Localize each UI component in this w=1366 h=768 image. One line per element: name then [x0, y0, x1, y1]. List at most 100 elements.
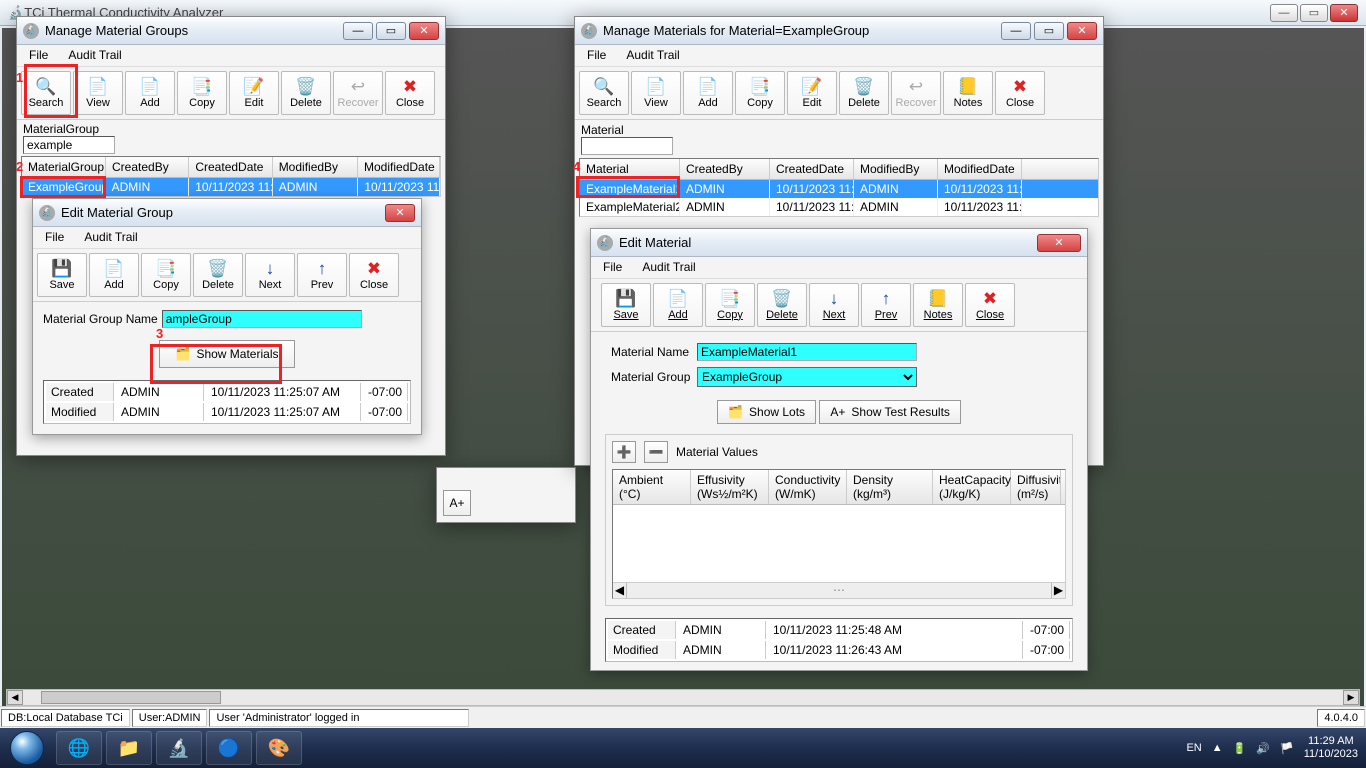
view-button[interactable]: 📄View [631, 71, 681, 115]
view-icon: 📄 [87, 78, 108, 95]
show-lots-button[interactable]: 🗂️Show Lots [717, 400, 816, 424]
app-close-button[interactable]: ✕ [1330, 4, 1358, 22]
window-edit-group: 🔬 Edit Material Group ✕ File Audit Trail… [32, 198, 422, 435]
filter-label: Material [581, 123, 624, 137]
taskbar-edge[interactable]: 🔵 [206, 731, 252, 765]
taskbar-paint[interactable]: 🎨 [256, 731, 302, 765]
notes-icon: 📒 [957, 78, 978, 95]
search-button[interactable]: 🔍Search [579, 71, 629, 115]
minimize-button[interactable]: — [1001, 22, 1031, 40]
copy-button[interactable]: 📑Copy [735, 71, 785, 115]
grid-row-selected[interactable]: ExampleMaterial1 ADMIN 10/11/2023 11:25 … [580, 180, 1098, 198]
delete-button[interactable]: 🗑️Delete [193, 253, 243, 297]
material-name-input[interactable] [697, 343, 917, 361]
taskbar-ie[interactable]: 🌐 [56, 731, 102, 765]
close-button-tb[interactable]: ✖Close [385, 71, 435, 115]
material-group-label: Material Group [611, 370, 693, 384]
filter-input[interactable] [23, 136, 115, 154]
copy-button[interactable]: 📑Copy [177, 71, 227, 115]
show-materials-button[interactable]: 🗂️ Show Materials [159, 340, 296, 368]
window-icon: 🔬 [39, 205, 55, 221]
maximize-button[interactable]: ▭ [376, 22, 406, 40]
a-plus-button[interactable]: A+ [443, 490, 471, 516]
add-button[interactable]: 📄Add [89, 253, 139, 297]
close-button-tb[interactable]: ✖Close [965, 283, 1015, 327]
app-maximize-button[interactable]: ▭ [1300, 4, 1328, 22]
save-button[interactable]: 💾Save [601, 283, 651, 327]
next-button[interactable]: ↓Next [809, 283, 859, 327]
filter-input[interactable] [581, 137, 673, 155]
taskbar-explorer[interactable]: 📁 [106, 731, 152, 765]
tray-up-icon[interactable]: ▲ [1212, 742, 1223, 754]
window-title: Manage Materials for Material=ExampleGro… [603, 23, 869, 38]
maximize-button[interactable]: ▭ [1034, 22, 1064, 40]
save-button[interactable]: 💾Save [37, 253, 87, 297]
menu-audit[interactable]: Audit Trail [634, 259, 703, 276]
taskbar-tci[interactable]: 🔬 [156, 731, 202, 765]
status-db: DB:Local Database TCi [1, 709, 130, 727]
tray-flag-icon[interactable]: 🏳️ [1280, 742, 1294, 755]
show-results-button[interactable]: A+Show Test Results [819, 400, 961, 424]
add-button[interactable]: 📄Add [653, 283, 703, 327]
close-button[interactable]: ✕ [409, 22, 439, 40]
delete-button[interactable]: 🗑️Delete [281, 71, 331, 115]
copy-button[interactable]: 📑Copy [705, 283, 755, 327]
view-icon: 📄 [645, 78, 666, 95]
delete-button[interactable]: 🗑️Delete [757, 283, 807, 327]
group-name-input[interactable] [162, 310, 362, 328]
tray-battery-icon[interactable]: 🔋 [1233, 742, 1247, 755]
close-button[interactable]: ✕ [1067, 22, 1097, 40]
search-button[interactable]: 🔍Search [21, 71, 71, 115]
menu-file[interactable]: File [37, 229, 72, 246]
start-button[interactable] [0, 728, 54, 768]
add-button[interactable]: 📄Add [125, 71, 175, 115]
close-button-tb[interactable]: ✖Close [349, 253, 399, 297]
toolbar: 🔍Search 📄View 📄Add 📑Copy 📝Edit 🗑️Delete … [17, 67, 445, 120]
add-icon: 📄 [697, 78, 718, 95]
prev-button[interactable]: ↑Prev [861, 283, 911, 327]
mdi-hscroll[interactable]: ◀ ▶ [6, 689, 1360, 706]
status-user: User:ADMIN [132, 709, 208, 727]
grid-row[interactable]: ExampleMaterial2 ADMIN 10/11/2023 11:26 … [580, 198, 1098, 216]
tray-clock[interactable]: 11:29 AM 11/10/2023 [1304, 735, 1358, 761]
group-name-label: Material Group Name [43, 312, 158, 326]
add-button[interactable]: 📄Add [683, 71, 733, 115]
notes-button[interactable]: 📒Notes [943, 71, 993, 115]
menu-audit[interactable]: Audit Trail [618, 47, 687, 64]
material-group-select[interactable]: ExampleGroup [697, 367, 917, 387]
close-button[interactable]: ✕ [1037, 234, 1081, 252]
edit-button[interactable]: 📝Edit [229, 71, 279, 115]
prev-button[interactable]: ↑Prev [297, 253, 347, 297]
copy-button[interactable]: 📑Copy [141, 253, 191, 297]
close-x-icon: ✖ [367, 260, 381, 277]
menu-file[interactable]: File [579, 47, 614, 64]
window-icon: 🔬 [23, 23, 39, 39]
save-icon: 💾 [615, 290, 636, 307]
remove-value-button[interactable]: ➖ [644, 441, 668, 463]
app-minimize-button[interactable]: — [1270, 4, 1298, 22]
notes-button[interactable]: 📒Notes [913, 283, 963, 327]
edit-icon: 📝 [243, 78, 264, 95]
delete-button[interactable]: 🗑️Delete [839, 71, 889, 115]
close-button[interactable]: ✕ [385, 204, 415, 222]
add-value-button[interactable]: ➕ [612, 441, 636, 463]
minimize-button[interactable]: — [343, 22, 373, 40]
edit-button[interactable]: 📝Edit [787, 71, 837, 115]
scroll-left-icon[interactable]: ◀ [613, 583, 627, 598]
copy-icon: 📑 [191, 78, 212, 95]
close-button-tb[interactable]: ✖Close [995, 71, 1045, 115]
recover-button[interactable]: ↩Recover [333, 71, 383, 115]
next-button[interactable]: ↓Next [245, 253, 295, 297]
lots-icon: 🗂️ [728, 405, 743, 419]
tray-lang[interactable]: EN [1186, 742, 1201, 754]
grid-row-selected[interactable]: ExampleGroup ADMIN 10/11/2023 11:25 ADMI… [22, 178, 440, 196]
close-x-icon: ✖ [403, 78, 417, 95]
scroll-right-icon[interactable]: ▶ [1051, 583, 1065, 598]
recover-button[interactable]: ↩Recover [891, 71, 941, 115]
tray-volume-icon[interactable]: 🔊 [1256, 742, 1270, 755]
menu-file[interactable]: File [595, 259, 630, 276]
menu-audit[interactable]: Audit Trail [60, 47, 129, 64]
menu-audit[interactable]: Audit Trail [76, 229, 145, 246]
view-button[interactable]: 📄View [73, 71, 123, 115]
menu-file[interactable]: File [21, 47, 56, 64]
